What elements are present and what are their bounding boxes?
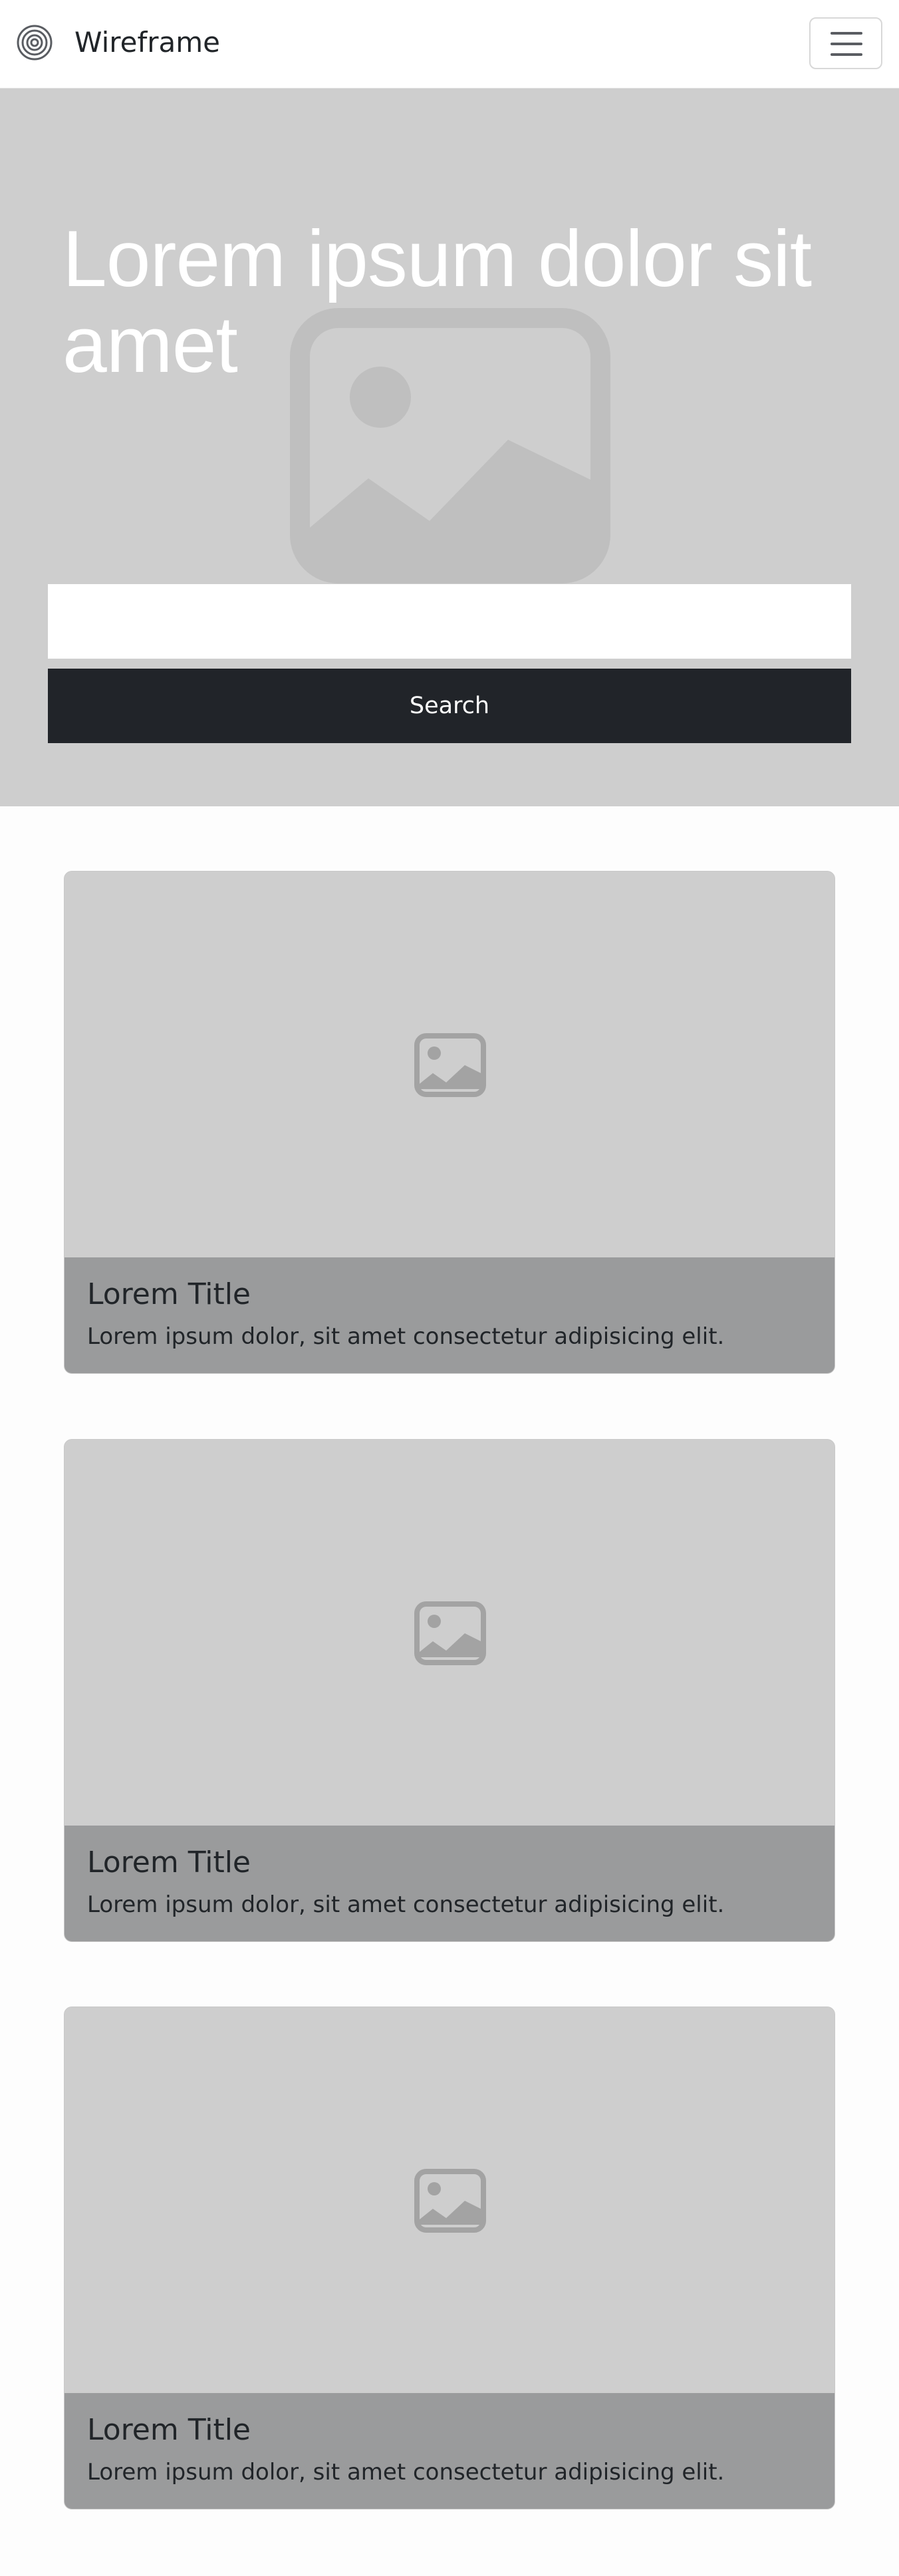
card-image [64, 2007, 835, 2393]
card-text: Lorem ipsum dolor, sit amet consectetur … [87, 1323, 725, 1350]
brand-name[interactable]: Wireframe [74, 25, 220, 60]
card[interactable]: Lorem Title Lorem ipsum dolor, sit amet … [64, 2007, 835, 2509]
hamburger-icon [831, 32, 862, 56]
image-placeholder-icon [414, 2169, 486, 2233]
card-caption: Lorem Title Lorem ipsum dolor, sit amet … [64, 1257, 835, 1373]
card-text: Lorem ipsum dolor, sit amet consectetur … [87, 1891, 725, 1918]
brand-logo-icon[interactable] [16, 24, 53, 61]
card-title: Lorem Title [87, 1277, 251, 1311]
card-image [64, 872, 835, 1257]
image-placeholder-icon [414, 1601, 486, 1665]
navbar: Wireframe [0, 0, 899, 88]
card[interactable]: Lorem Title Lorem ipsum dolor, sit amet … [64, 1439, 835, 1942]
card-caption: Lorem Title Lorem ipsum dolor, sit amet … [64, 1826, 835, 1941]
hero-title: Lorem ipsum dolor sit amet [63, 214, 812, 389]
search-button[interactable]: Search [48, 669, 851, 743]
menu-toggle-button[interactable] [809, 17, 882, 69]
image-placeholder-icon [414, 1033, 486, 1097]
card-title: Lorem Title [87, 1846, 251, 1879]
card[interactable]: Lorem Title Lorem ipsum dolor, sit amet … [64, 871, 835, 1374]
card-text: Lorem ipsum dolor, sit amet consectetur … [87, 2459, 725, 2486]
card-caption: Lorem Title Lorem ipsum dolor, sit amet … [64, 2393, 835, 2509]
search-input[interactable] [48, 584, 851, 659]
card-image [64, 1440, 835, 1826]
hero-section: Lorem ipsum dolor sit amet Search [0, 88, 899, 806]
card-title: Lorem Title [87, 2413, 251, 2447]
